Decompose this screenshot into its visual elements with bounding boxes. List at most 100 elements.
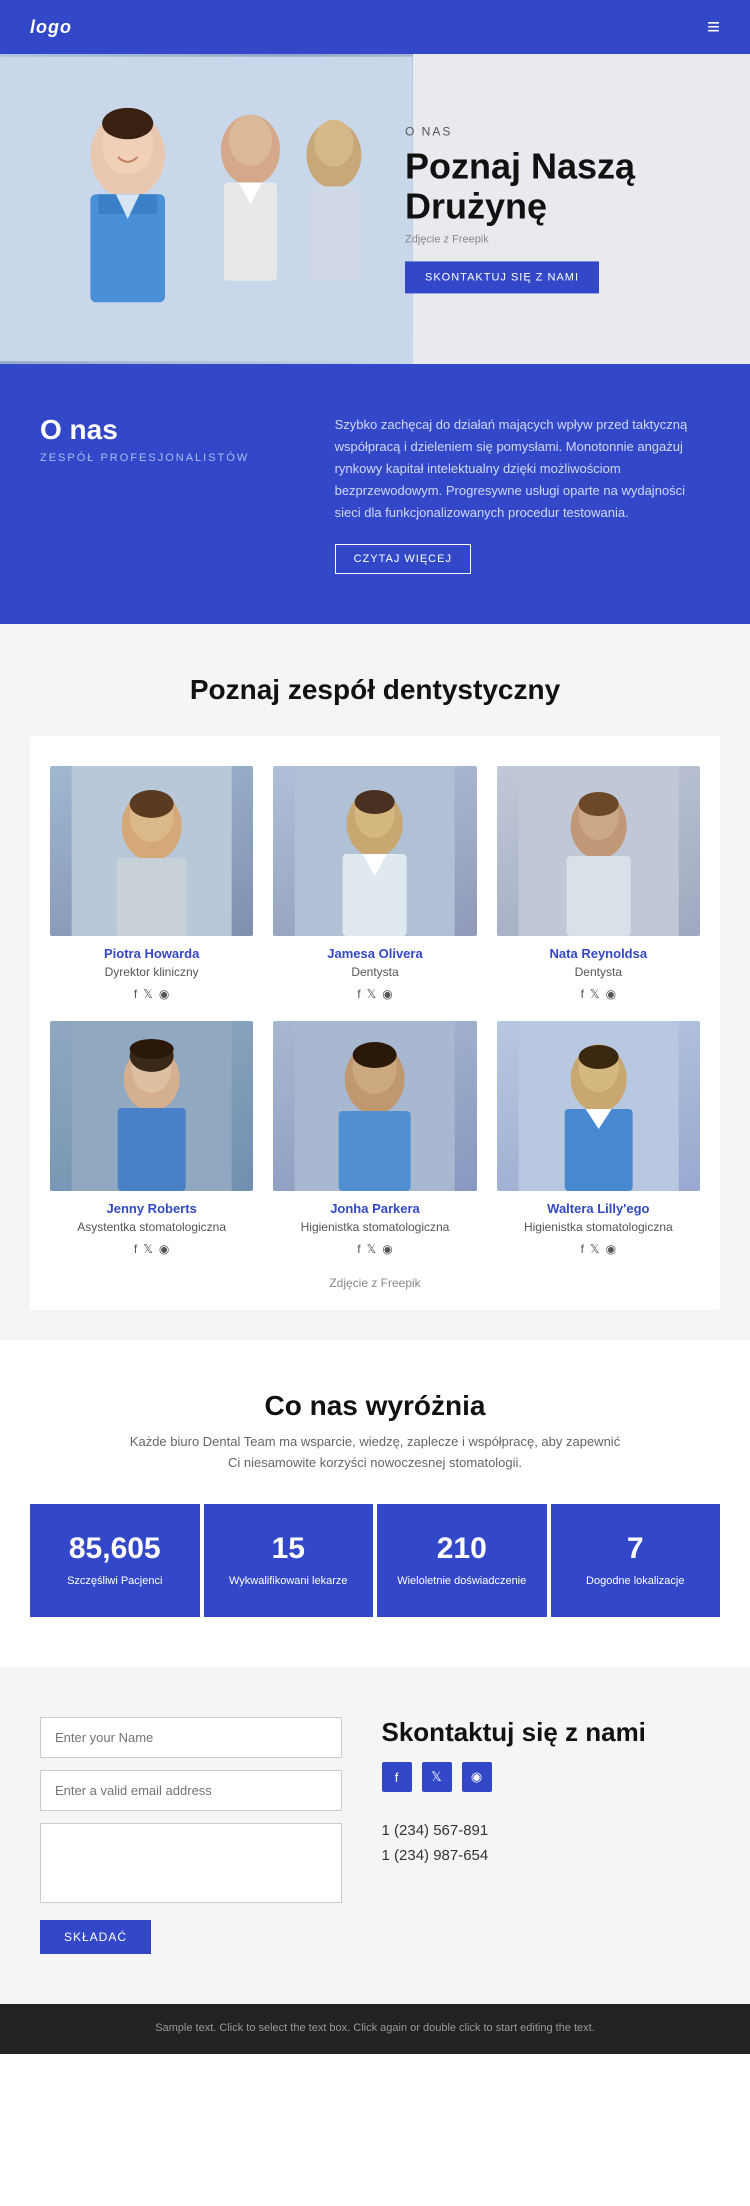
hero-sub: Zdjęcie z Freepik xyxy=(405,234,720,246)
team-member-role-1: Dyrektor kliniczny xyxy=(50,965,253,979)
team-member-image-6 xyxy=(497,1021,700,1191)
twitter-icon-1[interactable]: 𝕏 xyxy=(143,987,153,1001)
freepik-credit: Zdjęcie z Freepik xyxy=(50,1276,700,1290)
contact-socials: f 𝕏 ◉ xyxy=(382,1762,711,1792)
twitter-icon-2[interactable]: 𝕏 xyxy=(367,987,377,1001)
instagram-icon-4[interactable]: ◉ xyxy=(159,1242,169,1256)
team-member-name-4[interactable]: Jenny Roberts xyxy=(50,1201,253,1216)
team-member-name-1[interactable]: Piotra Howarda xyxy=(50,946,253,961)
contact-facebook-button[interactable]: f xyxy=(382,1762,412,1792)
facebook-icon-3[interactable]: f xyxy=(581,987,584,1001)
team-member-image-3 xyxy=(497,766,700,936)
stat-card-4: 7 Dogodne lokalizacje xyxy=(551,1504,721,1617)
stat-label-4: Dogodne lokalizacje xyxy=(561,1574,711,1589)
stats-description: Każde biuro Dental Team ma wsparcie, wie… xyxy=(125,1432,625,1474)
team-member-name-2[interactable]: Jamesa Olivera xyxy=(273,946,476,961)
facebook-icon-2[interactable]: f xyxy=(357,987,360,1001)
team-member-image-1 xyxy=(50,766,253,936)
facebook-icon-1[interactable]: f xyxy=(134,987,137,1001)
contact-form: SKŁADAĆ xyxy=(40,1717,342,1954)
contact-email-input[interactable] xyxy=(40,1770,342,1811)
instagram-icon-2[interactable]: ◉ xyxy=(382,987,392,1001)
contact-section: SKŁADAĆ Skontaktuj się z nami f 𝕏 ◉ 1 (2… xyxy=(0,1667,750,2004)
team-member-role-4: Asystentka stomatologiczna xyxy=(50,1220,253,1234)
team-member-name-3[interactable]: Nata Reynoldsa xyxy=(497,946,700,961)
stat-label-3: Wieloletnie doświadczenie xyxy=(387,1574,537,1589)
facebook-icon-5[interactable]: f xyxy=(357,1242,360,1256)
nav-logo: logo xyxy=(30,17,72,38)
team-member-social-3: f 𝕏 ◉ xyxy=(497,987,700,1001)
team-title: Poznaj zespół dentystyczny xyxy=(30,674,720,706)
team-member-social-4: f 𝕏 ◉ xyxy=(50,1242,253,1256)
menu-icon[interactable]: ≡ xyxy=(707,14,720,40)
contact-title: Skontaktuj się z nami xyxy=(382,1717,711,1748)
about-section: O nas ZESPÓŁ PROFESJONALISTÓW Szybko zac… xyxy=(0,364,750,624)
twitter-icon-6[interactable]: 𝕏 xyxy=(590,1242,600,1256)
team-member-role-2: Dentysta xyxy=(273,965,476,979)
team-grid-wrapper: Piotra Howarda Dyrektor kliniczny f 𝕏 ◉ xyxy=(30,736,720,1310)
footer-text: Sample text. Click to select the text bo… xyxy=(30,2020,720,2038)
about-title: O nas xyxy=(40,414,295,446)
stat-card-2: 15 Wykwalifikowani lekarze xyxy=(204,1504,374,1617)
stat-label-2: Wykwalifikowani lekarze xyxy=(214,1574,364,1589)
contact-name-input[interactable] xyxy=(40,1717,342,1758)
stats-grid: 85,605 Szczęśliwi Pacjenci 15 Wykwalifik… xyxy=(30,1504,720,1617)
navbar: logo ≡ xyxy=(0,0,750,54)
hero-content: O NAS Poznaj Naszą Drużynę Zdjęcie z Fre… xyxy=(405,124,720,293)
stat-number-2: 15 xyxy=(214,1532,364,1566)
hero-section: O NAS Poznaj Naszą Drużynę Zdjęcie z Fre… xyxy=(0,54,750,364)
about-read-more-button[interactable]: CZYTAJ WIĘCEJ xyxy=(335,544,471,574)
contact-message-input[interactable] xyxy=(40,1823,342,1903)
stat-number-4: 7 xyxy=(561,1532,711,1566)
facebook-icon-6[interactable]: f xyxy=(581,1242,584,1256)
team-card-2: Jamesa Olivera Dentysta f 𝕏 ◉ xyxy=(273,766,476,1001)
stat-number-1: 85,605 xyxy=(40,1532,190,1566)
contact-info: Skontaktuj się z nami f 𝕏 ◉ 1 (234) 567-… xyxy=(382,1717,711,1872)
about-right: Szybko zachęcaj do działań mających wpły… xyxy=(335,414,710,574)
twitter-icon-3[interactable]: 𝕏 xyxy=(590,987,600,1001)
instagram-icon-3[interactable]: ◉ xyxy=(606,987,616,1001)
about-left: O nas ZESPÓŁ PROFESJONALISTÓW xyxy=(40,414,295,464)
team-card-4: Jenny Roberts Asystentka stomatologiczna… xyxy=(50,1021,253,1256)
twitter-icon-5[interactable]: 𝕏 xyxy=(367,1242,377,1256)
contact-twitter-button[interactable]: 𝕏 xyxy=(422,1762,452,1792)
hero-title: Poznaj Naszą Drużynę xyxy=(405,146,720,225)
team-section: Poznaj zespół dentystyczny Piotra Howard… xyxy=(0,624,750,1340)
team-member-image-4 xyxy=(50,1021,253,1191)
team-member-name-6[interactable]: Waltera Lilly'ego xyxy=(497,1201,700,1216)
team-card-6: Waltera Lilly'ego Higienistka stomatolog… xyxy=(497,1021,700,1256)
instagram-icon-1[interactable]: ◉ xyxy=(159,987,169,1001)
twitter-icon-4[interactable]: 𝕏 xyxy=(143,1242,153,1256)
stat-label-1: Szczęśliwi Pacjenci xyxy=(40,1574,190,1589)
team-member-name-5[interactable]: Jonha Parkera xyxy=(273,1201,476,1216)
about-subtitle: ZESPÓŁ PROFESJONALISTÓW xyxy=(40,452,295,464)
contact-phone-2[interactable]: 1 (234) 987-654 xyxy=(382,1847,711,1864)
hero-label: O NAS xyxy=(405,124,720,138)
team-member-social-2: f 𝕏 ◉ xyxy=(273,987,476,1001)
stat-number-3: 210 xyxy=(387,1532,537,1566)
team-member-social-6: f 𝕏 ◉ xyxy=(497,1242,700,1256)
hero-image xyxy=(0,54,413,364)
team-card-1: Piotra Howarda Dyrektor kliniczny f 𝕏 ◉ xyxy=(50,766,253,1001)
contact-instagram-button[interactable]: ◉ xyxy=(462,1762,492,1792)
stats-section: Co nas wyróżnia Każde biuro Dental Team … xyxy=(0,1340,750,1667)
stat-card-1: 85,605 Szczęśliwi Pacjenci xyxy=(30,1504,200,1617)
team-member-role-5: Higienistka stomatologiczna xyxy=(273,1220,476,1234)
team-member-image-5 xyxy=(273,1021,476,1191)
instagram-icon-5[interactable]: ◉ xyxy=(382,1242,392,1256)
stat-card-3: 210 Wieloletnie doświadczenie xyxy=(377,1504,547,1617)
contact-submit-button[interactable]: SKŁADAĆ xyxy=(40,1920,151,1954)
team-member-social-1: f 𝕏 ◉ xyxy=(50,987,253,1001)
instagram-icon-6[interactable]: ◉ xyxy=(606,1242,616,1256)
team-grid: Piotra Howarda Dyrektor kliniczny f 𝕏 ◉ xyxy=(50,766,700,1256)
hero-cta-button[interactable]: SKONTAKTUJ SIĘ Z NAMI xyxy=(405,262,599,294)
team-member-social-5: f 𝕏 ◉ xyxy=(273,1242,476,1256)
team-member-role-6: Higienistka stomatologiczna xyxy=(497,1220,700,1234)
facebook-icon-4[interactable]: f xyxy=(134,1242,137,1256)
team-card-3: Nata Reynoldsa Dentysta f 𝕏 ◉ xyxy=(497,766,700,1001)
team-card-5: Jonha Parkera Higienistka stomatologiczn… xyxy=(273,1021,476,1256)
footer: Sample text. Click to select the text bo… xyxy=(0,2004,750,2054)
team-member-role-3: Dentysta xyxy=(497,965,700,979)
team-member-image-2 xyxy=(273,766,476,936)
contact-phone-1[interactable]: 1 (234) 567-891 xyxy=(382,1822,711,1839)
